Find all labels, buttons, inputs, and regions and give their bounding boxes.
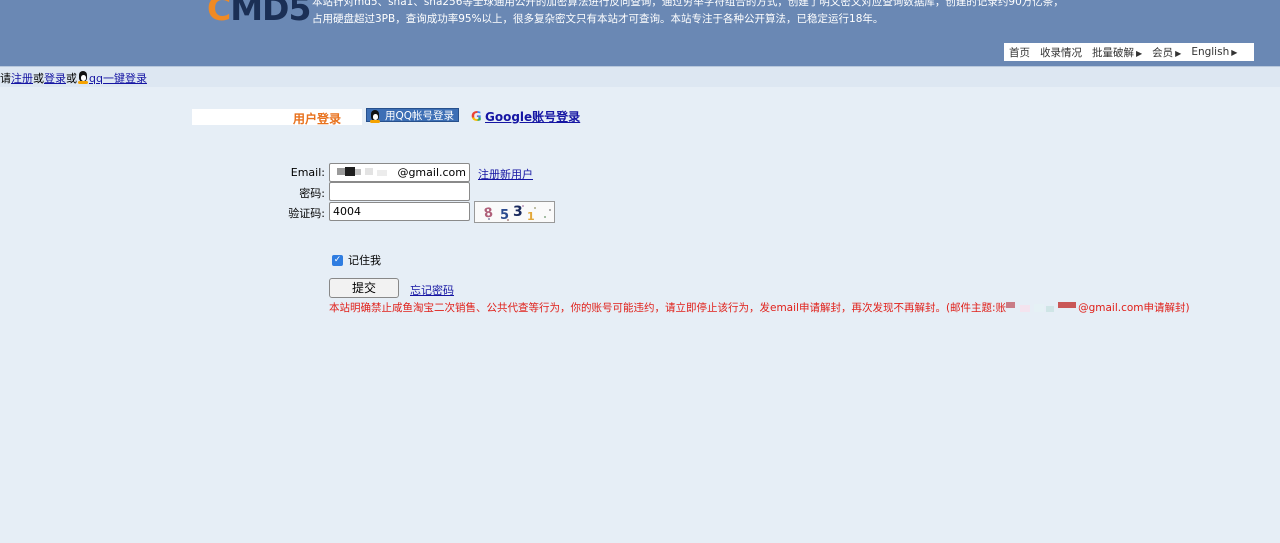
tab-user-login[interactable]: 用户登录: [293, 110, 341, 127]
nav-coverage[interactable]: 收录情况: [1035, 45, 1082, 60]
forgot-password-link[interactable]: 忘记密码: [410, 282, 454, 298]
google-login-link[interactable]: G Google账号登录: [471, 108, 580, 125]
logo-md5: MD5: [230, 0, 311, 28]
register-link[interactable]: 注册: [11, 72, 33, 85]
warning-email-suffix: @gmail.com申请解封): [1078, 302, 1190, 314]
redacted-email-block: [337, 167, 387, 176]
logo-c: C: [207, 0, 231, 28]
cmd5-logo[interactable]: CMD5: [207, 0, 311, 28]
site-intro: 本站针对md5、sha1、sha256等全球通用公开的加密算法进行反向查询，通过…: [312, 0, 1112, 28]
login-prefix: 请: [0, 72, 11, 85]
captcha-image[interactable]: 8 5 3 1: [474, 201, 555, 223]
nav-batch-crack[interactable]: 批量破解 ▶: [1087, 45, 1142, 60]
login-prompt: 请注册或登录或 qq一键登录: [0, 70, 147, 86]
email-label: Email:: [290, 166, 325, 179]
email-value: @gmail.com: [397, 166, 466, 179]
arrow-right-icon: ▶: [1175, 48, 1182, 58]
password-input[interactable]: [329, 182, 470, 201]
qq-login-button-label: 用QQ帐号登录: [385, 110, 455, 122]
captcha-label: 验证码:: [288, 207, 325, 220]
warning-text: 本站明确禁止咸鱼淘宝二次销售、公共代查等行为，你的账号可能违约，请立即停止该行为…: [329, 302, 1007, 314]
account-warning: 本站明确禁止咸鱼淘宝二次销售、公共代查等行为，你的账号可能违约，请立即停止该行为…: [329, 300, 1190, 315]
qq-penguin-icon: [369, 109, 381, 123]
qq-penguin-icon: [77, 70, 89, 84]
qq-login-button[interactable]: 用QQ帐号登录: [366, 108, 459, 123]
remember-me-label: 记住我: [348, 254, 381, 267]
remember-me[interactable]: ✓ 记住我: [332, 252, 381, 268]
or-text: 或: [33, 72, 44, 85]
submit-button[interactable]: 提交: [329, 278, 399, 298]
google-login-label: Google账号登录: [485, 110, 581, 124]
nav-member[interactable]: 会员 ▶: [1147, 45, 1181, 60]
login-link[interactable]: 登录: [44, 72, 66, 85]
arrow-right-icon: ▶: [1231, 48, 1238, 57]
intro-line-1: 本站针对md5、sha1、sha256等全球通用公开的加密算法进行反向查询，通过…: [312, 0, 1064, 8]
qq-login-link[interactable]: qq一键登录: [89, 72, 147, 85]
remember-me-checkbox[interactable]: ✓: [332, 254, 343, 266]
captcha-input[interactable]: 4004: [329, 202, 470, 221]
intro-line-2: 占用硬盘超过3PB，查询成功率95%以上，很多复杂密文只有本站才可查询。本站专注…: [312, 13, 884, 25]
nav-english[interactable]: English ▶: [1186, 46, 1237, 58]
redacted-email-block: [1006, 302, 1077, 312]
arrow-right-icon: ▶: [1136, 48, 1143, 58]
nav-home[interactable]: 首页: [1004, 45, 1030, 60]
sub-bar: [0, 66, 1280, 87]
register-new-user-link[interactable]: 注册新用户: [478, 166, 533, 182]
google-icon: G: [471, 111, 484, 124]
password-label: 密码:: [299, 187, 325, 200]
captcha-noise: [488, 205, 551, 221]
or-text: 或: [66, 72, 77, 85]
top-nav: 首页 收录情况 批量破解 ▶ 会员 ▶ English ▶: [1004, 43, 1254, 61]
site-header: CMD5 本站针对md5、sha1、sha256等全球通用公开的加密算法进行反向…: [0, 0, 1280, 66]
